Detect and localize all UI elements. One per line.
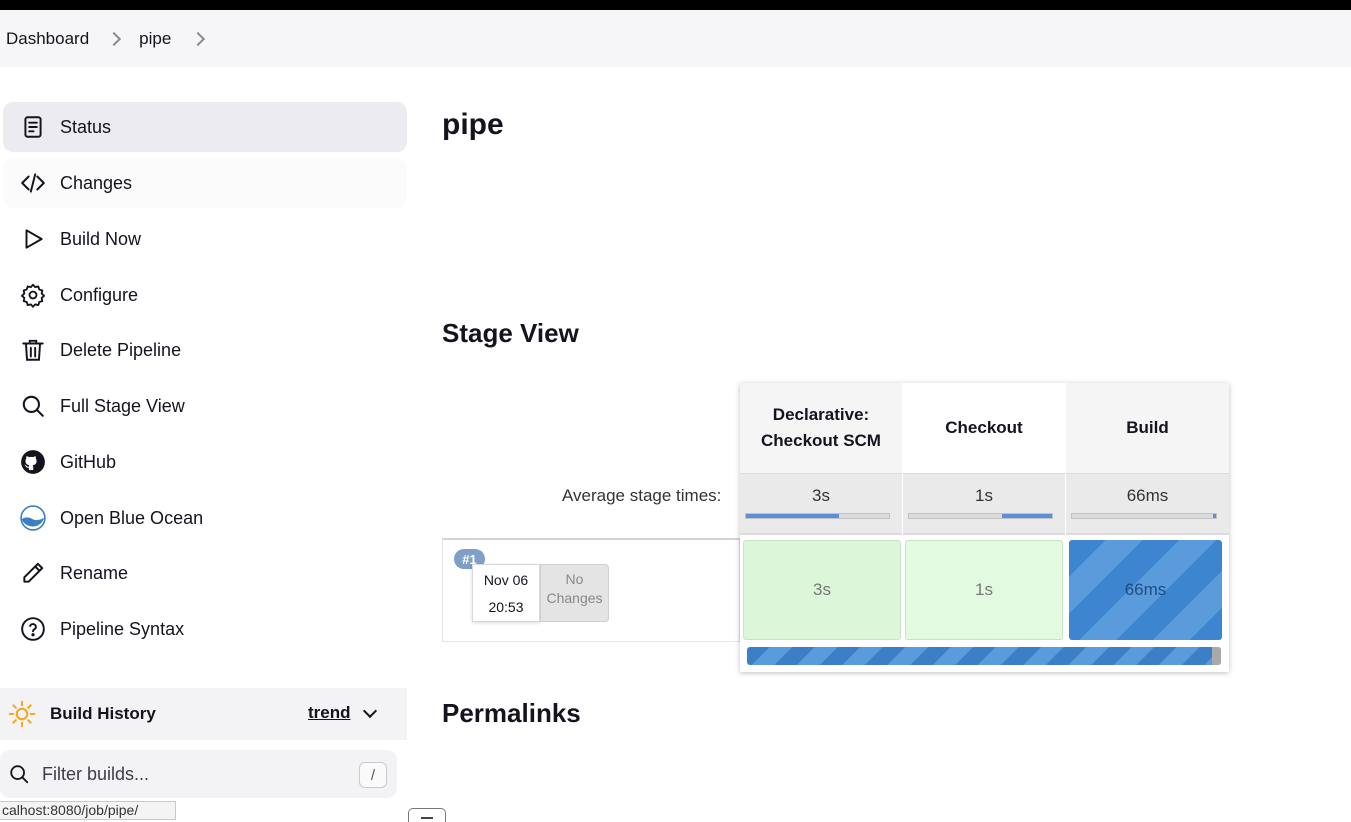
sidebar-item-configure[interactable]: Configure	[3, 270, 407, 320]
average-stage-times-label: Average stage times:	[562, 486, 722, 505]
stage-name: Build	[1126, 418, 1169, 437]
stage-avg-checkout: 1s	[903, 473, 1065, 535]
stage-header-checkout[interactable]: Checkout	[903, 383, 1065, 473]
chevron-down-icon[interactable]	[362, 703, 378, 719]
stage-avg-build: 66ms	[1066, 473, 1229, 535]
stage-header-build[interactable]: Build	[1066, 383, 1229, 473]
stage-avg-fill	[746, 514, 839, 518]
sidebar-item-open-blue-ocean[interactable]: Open Blue Ocean	[3, 493, 407, 543]
trash-icon	[19, 336, 47, 364]
stage-avg-value: 3s	[812, 486, 830, 505]
permalinks-heading: Permalinks	[442, 698, 581, 728]
sidebar-item-label: Pipeline Syntax	[60, 618, 185, 639]
trend-link[interactable]: trend	[308, 703, 351, 723]
sidebar-item-rename[interactable]: Rename	[3, 548, 407, 598]
stage-name-line-2: Checkout SCM	[761, 431, 881, 450]
stage-cell-checkout[interactable]: 1s	[905, 540, 1063, 640]
breadcrumb: Dashboard pipe	[0, 10, 1351, 67]
stage-avg-fill	[1001, 514, 1052, 518]
sidebar-item-label: Delete Pipeline	[60, 339, 182, 360]
breadcrumb-pipe[interactable]: pipe	[139, 29, 171, 49]
changes-line-1: No	[565, 571, 584, 587]
build-date-day: Nov 06	[483, 572, 529, 588]
stage-view-table: Declarative: Checkout SCM Checkout Build …	[740, 383, 1229, 672]
stage-view-heading: Stage View	[442, 318, 579, 348]
sidebar-item-label: Configure	[60, 284, 139, 305]
stage-name-line-1: Declarative:	[772, 405, 870, 424]
stage-avg-value: 1s	[975, 486, 993, 505]
stage-avg-fill	[1213, 514, 1216, 518]
stage-avg-bar	[745, 513, 890, 519]
sidebar-item-build-now[interactable]: Build Now	[3, 214, 407, 264]
build-date: Nov 06 20:53	[472, 564, 540, 622]
build-changes[interactable]: No Changes	[540, 564, 609, 622]
changes-line-2: Changes	[546, 590, 603, 606]
sidebar-item-label: Open Blue Ocean	[60, 507, 204, 528]
blue-ocean-icon	[19, 504, 47, 532]
help-icon	[19, 615, 47, 643]
filter-builds: /	[0, 750, 397, 798]
build-row[interactable]: #1 Nov 06 20:53 No Changes	[442, 538, 740, 642]
build-history-header: Build History trend	[0, 688, 407, 740]
sidebar-item-status[interactable]: Status	[3, 102, 407, 152]
search-icon	[10, 765, 29, 784]
sidebar-item-label: Status	[60, 116, 112, 137]
sidebar-item-label: Rename	[60, 562, 129, 583]
stage-avg-value: 66ms	[1126, 486, 1169, 505]
stage-avg-bar	[1071, 513, 1217, 519]
gear-icon	[19, 281, 47, 309]
stage-header-declarative-checkout-scm[interactable]: Declarative: Checkout SCM	[740, 383, 902, 473]
page-title: pipe	[442, 108, 504, 141]
stage-cell-build[interactable]: 66ms	[1069, 540, 1222, 640]
chevron-right-icon[interactable]	[191, 31, 206, 46]
build-date-time: 20:53	[488, 599, 524, 615]
sidebar-item-label: Full Stage View	[60, 395, 185, 416]
stage-name: Checkout	[945, 418, 1023, 437]
sidebar-item-label: Build Now	[60, 228, 142, 249]
play-icon	[19, 225, 47, 253]
github-icon	[19, 448, 47, 476]
sidebar-item-full-stage-view[interactable]: Full Stage View	[3, 381, 407, 431]
build-history-title: Build History	[50, 704, 156, 723]
breadcrumb-dashboard[interactable]: Dashboard	[6, 29, 89, 49]
sidebar-item-pipeline-syntax[interactable]: Pipeline Syntax	[3, 604, 407, 654]
pencil-icon	[19, 559, 47, 587]
stage-avg-declarative-checkout-scm: 3s	[740, 473, 902, 535]
document-icon	[19, 113, 47, 141]
sun-icon	[8, 700, 36, 728]
stage-cell-declarative-checkout-scm[interactable]: 3s	[743, 540, 901, 640]
chevron-right-icon[interactable]	[107, 31, 122, 46]
keyboard-shortcut-hint: /	[359, 762, 387, 788]
sidebar-item-label: GitHub	[60, 451, 117, 472]
sidebar-item-label: Changes	[60, 172, 133, 193]
sidebar-item-delete-pipeline[interactable]: Delete Pipeline	[3, 325, 407, 375]
window-top-bar	[0, 0, 1351, 10]
sidebar-item-changes[interactable]: Changes	[3, 158, 407, 208]
build-progress-bar	[747, 647, 1221, 665]
status-url: calhost:8080/job/pipe/	[0, 801, 176, 820]
stage-avg-bar	[908, 513, 1053, 519]
search-icon	[19, 392, 47, 420]
filter-builds-input[interactable]	[42, 763, 342, 785]
sidebar-item-github[interactable]: GitHub	[3, 437, 407, 487]
code-icon	[19, 169, 47, 197]
